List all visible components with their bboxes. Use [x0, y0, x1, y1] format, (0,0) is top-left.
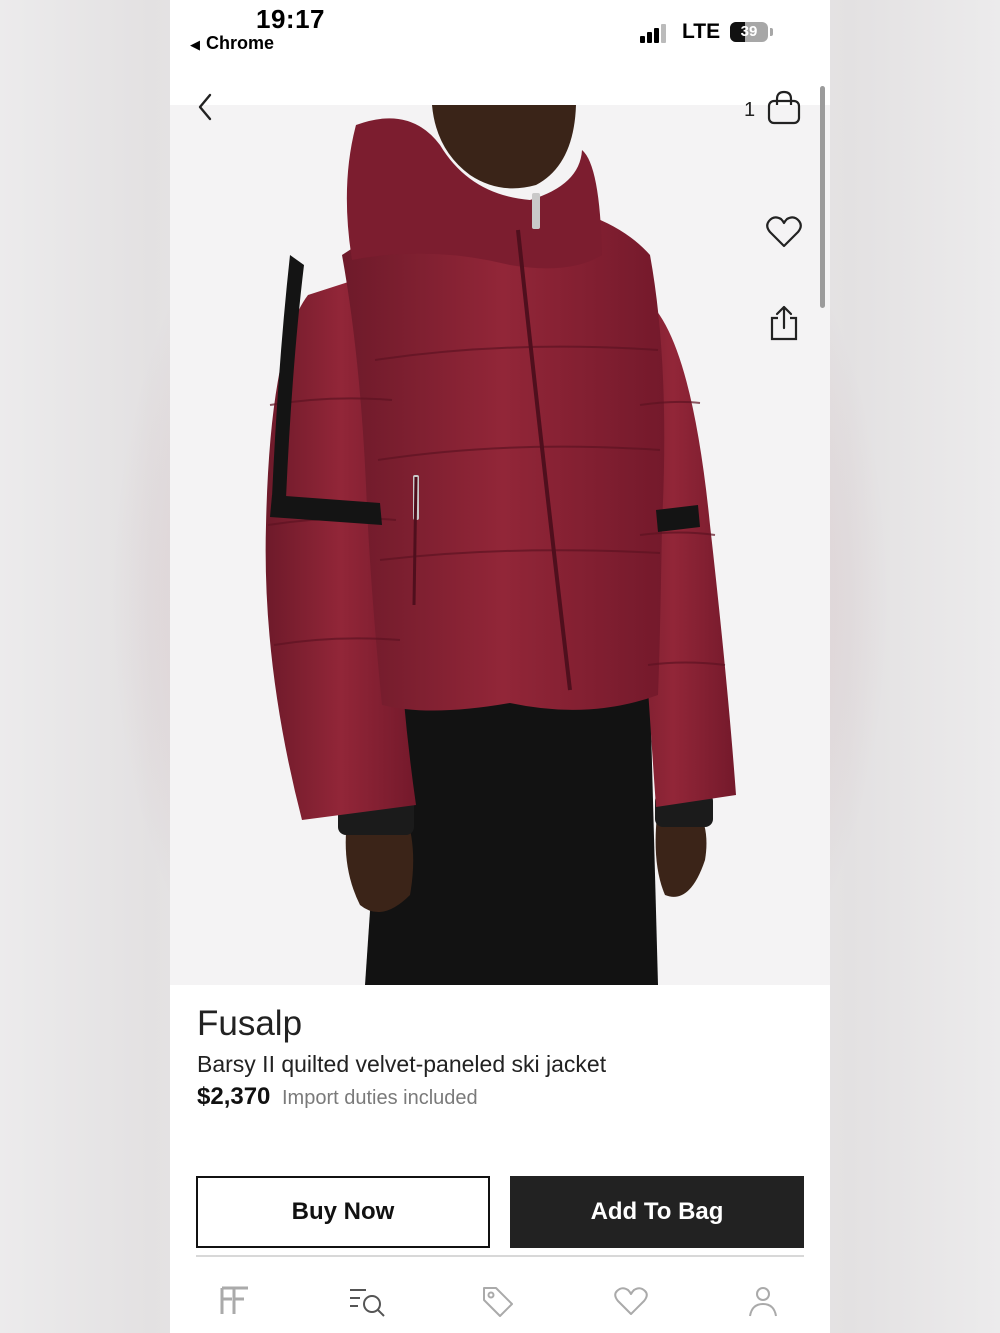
scrollbar[interactable] [820, 86, 825, 308]
jacket-illustration [265, 105, 736, 985]
tab-wishlist[interactable] [575, 1270, 685, 1333]
tab-deals[interactable] [442, 1270, 552, 1333]
buy-now-button[interactable]: Buy Now [196, 1176, 490, 1248]
profile-icon [749, 1287, 777, 1317]
bottom-tab-bar [170, 1270, 830, 1333]
share-button[interactable] [766, 304, 802, 344]
status-time: 19:17 [256, 4, 325, 34]
divider [196, 1255, 804, 1257]
bag-count: 1 [744, 99, 756, 121]
product-brand[interactable]: Fusalp [197, 1004, 302, 1044]
add-to-wishlist-button[interactable] [764, 212, 804, 252]
search-icon [350, 1289, 385, 1317]
back-button[interactable] [190, 90, 220, 124]
network-type: LTE [682, 20, 721, 43]
price-note: Import duties included [282, 1087, 478, 1109]
tab-me[interactable] [707, 1270, 817, 1333]
shopping-bag-icon [767, 90, 801, 125]
tab-home[interactable] [180, 1270, 290, 1333]
back-app-label: Chrome [206, 33, 275, 53]
share-icon [770, 305, 798, 341]
top-nav-bar [170, 70, 830, 105]
battery-tip [770, 28, 773, 36]
status-bar: 19:17 ◀ Chrome LTE 39 [170, 0, 830, 70]
tag-icon [483, 1287, 513, 1317]
product-price: $2,370 [197, 1083, 271, 1110]
farfetch-logo-icon [220, 1286, 248, 1314]
product-name: Barsy II quilted velvet-paneled ski jack… [197, 1051, 607, 1077]
shopping-bag-button[interactable] [764, 88, 804, 128]
phone-screen: 19:17 ◀ Chrome LTE 39 1 Fusalp Barsy II … [170, 0, 830, 1333]
tab-search[interactable] [310, 1270, 420, 1333]
battery-percent: 39 [740, 23, 758, 40]
back-to-app-link[interactable]: ◀ Chrome [190, 33, 274, 54]
add-to-bag-button[interactable]: Add To Bag [510, 1176, 804, 1248]
back-triangle-icon: ◀ [190, 37, 200, 52]
back-icon [198, 93, 212, 121]
heart-icon [614, 1287, 648, 1315]
signal-icon [640, 23, 672, 43]
product-image[interactable] [170, 105, 830, 985]
heart-icon [766, 216, 802, 248]
battery-icon: 39 [730, 22, 768, 42]
